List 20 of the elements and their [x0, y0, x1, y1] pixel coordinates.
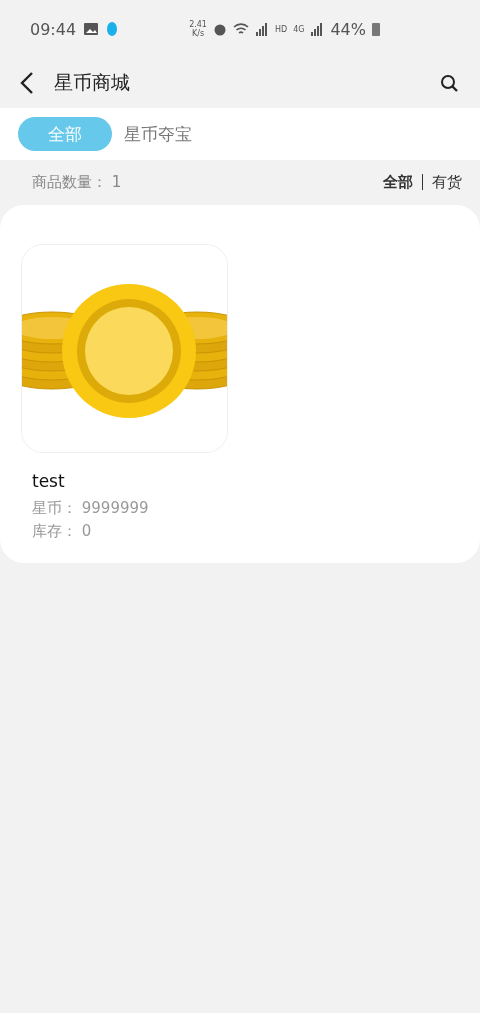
- page-title: 星币商城: [54, 70, 130, 95]
- network-type: 4G: [293, 24, 305, 34]
- search-button[interactable]: [440, 74, 458, 92]
- category-tab[interactable]: 星币夺宝: [124, 117, 192, 151]
- product-price: 星币： 9999999: [32, 499, 150, 518]
- product-stock: 库存： 0: [32, 522, 93, 541]
- signal-icon: [310, 22, 325, 36]
- filter-option[interactable]: 有货: [432, 172, 462, 192]
- signal-icon: [254, 22, 269, 36]
- back-button[interactable]: [20, 71, 34, 95]
- image-icon: [84, 23, 99, 35]
- status-time: 09:44: [30, 19, 77, 39]
- product-name: test: [32, 471, 66, 491]
- network-speed: 2.41 K/s: [189, 20, 207, 38]
- battery-icon: [372, 22, 380, 36]
- hd-label: HD: [274, 24, 288, 34]
- battery-percent: 44%: [330, 19, 366, 39]
- filter-option[interactable]: 全部: [383, 172, 413, 192]
- wifi-icon: [232, 22, 249, 36]
- product-count: 商品数量： 1: [32, 172, 122, 192]
